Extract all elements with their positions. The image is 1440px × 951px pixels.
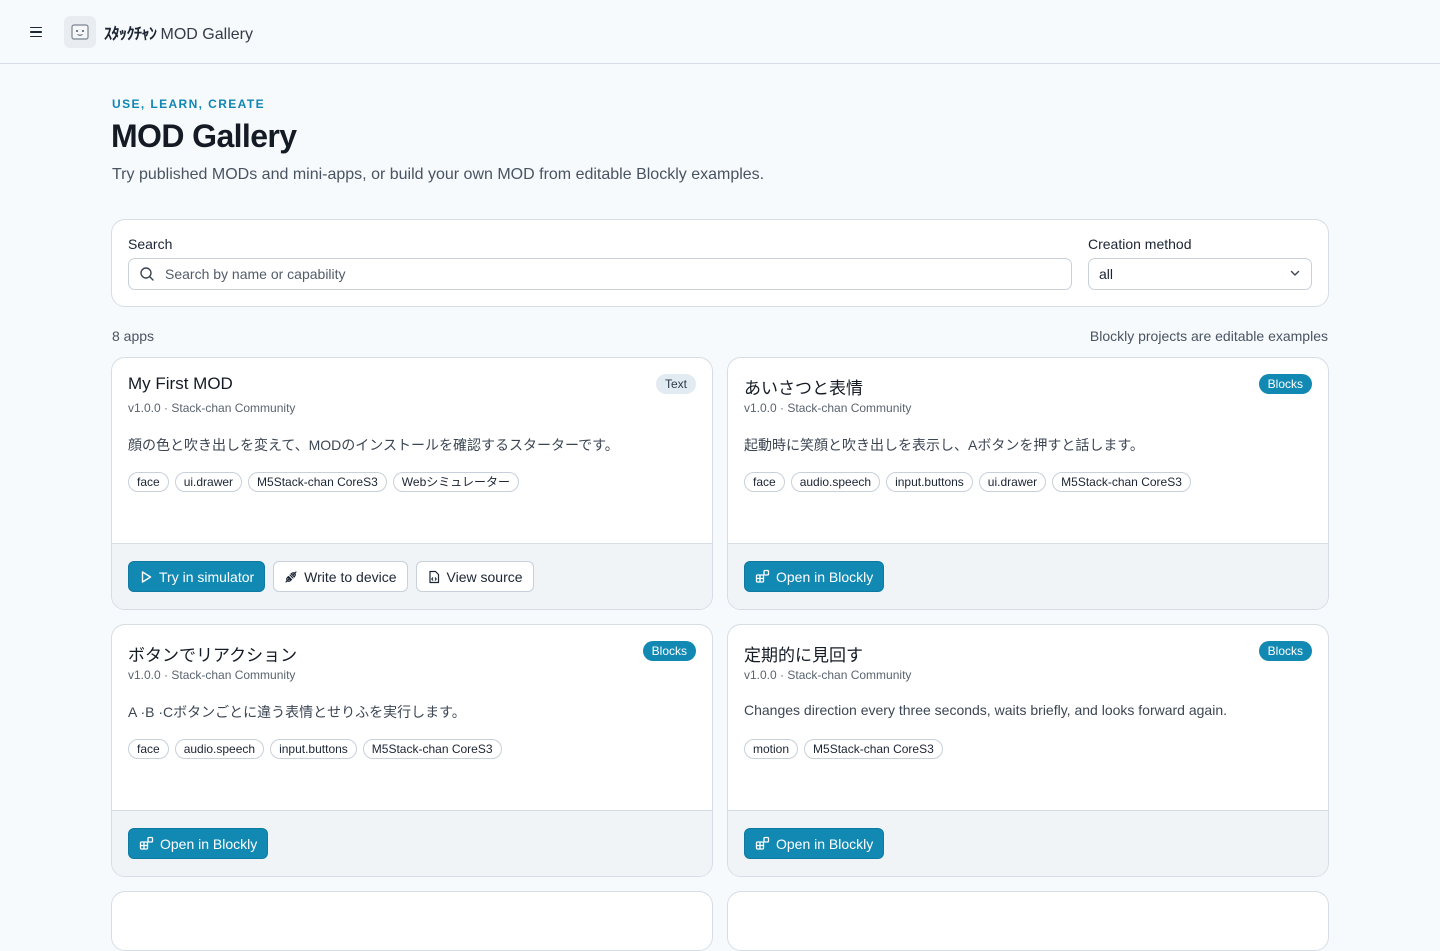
try-simulator-button[interactable]: Try in simulator <box>128 561 266 592</box>
view-source-button[interactable]: View source <box>415 561 534 592</box>
write-to-device-button[interactable]: Write to device <box>273 561 408 592</box>
card-title[interactable]: 定期的に見回す <box>744 641 863 666</box>
blocks-icon <box>755 569 770 584</box>
tag-list: face ui.drawer M5Stack-chan CoreS3 Webシミ… <box>128 472 519 492</box>
tag: input.buttons <box>270 739 357 759</box>
page-title: MOD Gallery <box>111 118 297 154</box>
search-input[interactable] <box>165 266 1071 282</box>
write-to-device-label: Write to device <box>304 568 397 585</box>
card-meta: v1.0.0 · Stack-chan Community <box>744 668 912 682</box>
search-label: Search <box>128 236 173 252</box>
hamburger-icon[interactable] <box>22 18 50 46</box>
tag: M5Stack-chan CoreS3 <box>804 739 943 759</box>
card-actions: Open in Blockly <box>112 810 712 876</box>
card-description: 顔の色と吹き出しを変えて、MODのインストールを確認するスターターです。 <box>128 437 619 453</box>
creation-method-label: Creation method <box>1088 236 1192 252</box>
tag-list: face audio.speech input.buttons M5Stack-… <box>128 739 502 759</box>
search-field[interactable] <box>128 258 1072 290</box>
tag: M5Stack-chan CoreS3 <box>248 472 387 492</box>
app-card-partial <box>727 891 1329 951</box>
blockly-hint: Blockly projects are editable examples <box>1089 328 1328 344</box>
open-in-blockly-button[interactable]: Open in Blockly <box>744 828 885 859</box>
card-description: A ·B ·Cボタンごとに違う表情とせりふを実行します。 <box>128 704 466 720</box>
card-description: Changes direction every three seconds, w… <box>744 702 1227 718</box>
card-meta: v1.0.0 · Stack-chan Community <box>128 668 296 682</box>
card-description: 起動時に笑顔と吹き出しを表示し、Aボタンを押すと話します。 <box>744 437 1144 453</box>
blocks-icon <box>755 836 770 851</box>
card-title[interactable]: あいさつと表情 <box>744 374 863 399</box>
card-title[interactable]: My First MOD <box>128 374 233 394</box>
method-badge: Blocks <box>642 641 696 661</box>
method-badge: Blocks <box>1258 641 1312 661</box>
tag: motion <box>744 739 799 759</box>
brand-japanese: ｽﾀｯｸﾁｬﾝ <box>104 26 157 43</box>
play-icon <box>139 570 153 584</box>
open-in-blockly-button[interactable]: Open in Blockly <box>128 828 269 859</box>
tag: face <box>128 739 169 759</box>
creation-method-select[interactable]: all <box>1088 258 1312 290</box>
tag: ui.drawer <box>174 472 243 492</box>
open-in-blockly-label: Open in Blockly <box>776 568 874 585</box>
tag: M5Stack-chan CoreS3 <box>1052 472 1191 492</box>
top-bar: ｽﾀｯｸﾁｬﾝ MOD Gallery <box>0 0 1440 64</box>
app-card: あいさつと表情 Blocks v1.0.0 · Stack-chan Commu… <box>727 357 1329 610</box>
file-code-icon <box>427 570 441 584</box>
filter-panel: Search Creation method all <box>111 219 1329 307</box>
open-in-blockly-button[interactable]: Open in Blockly <box>744 561 885 592</box>
tag: Webシミュレーター <box>392 472 519 492</box>
tag-list: motion M5Stack-chan CoreS3 <box>744 739 943 759</box>
method-badge: Blocks <box>1258 374 1312 394</box>
page-subtitle: Try published MODs and mini-apps, or bui… <box>112 166 765 183</box>
app-card: My First MOD Text v1.0.0 · Stack-chan Co… <box>111 357 713 610</box>
blocks-icon <box>139 836 154 851</box>
brand-name: MOD Gallery <box>160 26 253 43</box>
tag: face <box>128 472 169 492</box>
card-meta: v1.0.0 · Stack-chan Community <box>128 401 296 415</box>
try-simulator-label: Try in simulator <box>159 568 255 585</box>
card-actions: Open in Blockly <box>728 543 1328 609</box>
tag: M5Stack-chan CoreS3 <box>362 739 502 759</box>
card-title[interactable]: ボタンでリアクション <box>128 641 297 666</box>
plug-icon <box>284 570 298 584</box>
view-source-label: View source <box>446 568 523 585</box>
card-actions: Open in Blockly <box>728 810 1328 876</box>
tag-list: face audio.speech input.buttons ui.drawe… <box>744 472 1191 492</box>
tag: input.buttons <box>886 472 973 492</box>
tag: face <box>744 472 785 492</box>
search-icon <box>129 266 165 282</box>
card-actions: Try in simulator Write to device View so… <box>112 543 712 609</box>
app-card: ボタンでリアクション Blocks v1.0.0 · Stack-chan Co… <box>111 624 713 877</box>
chevron-down-icon <box>1289 266 1301 282</box>
app-brand[interactable]: ｽﾀｯｸﾁｬﾝ MOD Gallery <box>104 20 253 44</box>
app-card-partial <box>111 891 713 951</box>
open-in-blockly-label: Open in Blockly <box>160 835 258 852</box>
card-meta: v1.0.0 · Stack-chan Community <box>744 401 912 415</box>
tag: audio.speech <box>174 739 265 759</box>
tag: ui.drawer <box>978 472 1047 492</box>
eyebrow-text: USE, LEARN, CREATE <box>112 97 265 111</box>
tag: audio.speech <box>790 472 881 492</box>
creation-method-value: all <box>1099 266 1114 282</box>
app-logo-icon[interactable] <box>64 16 96 48</box>
app-card: 定期的に見回す Blocks v1.0.0 · Stack-chan Commu… <box>727 624 1329 877</box>
open-in-blockly-label: Open in Blockly <box>776 835 874 852</box>
app-count: 8 apps <box>112 328 155 344</box>
method-badge: Text <box>655 374 696 394</box>
